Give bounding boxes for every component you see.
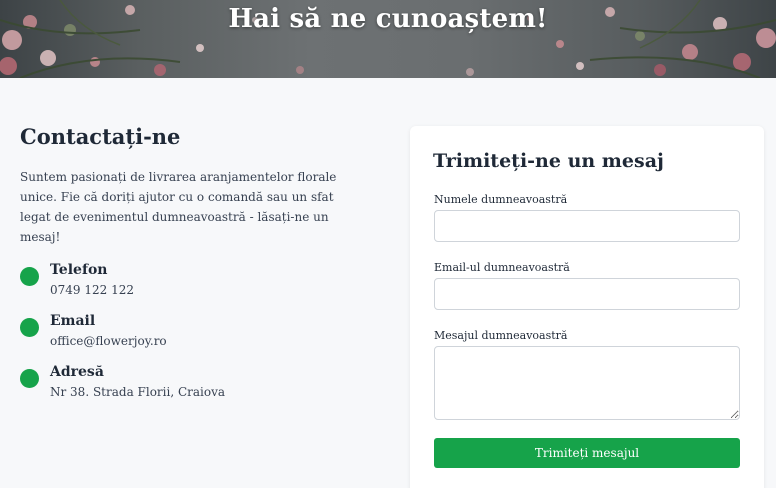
- contact-intro-text: Suntem pasionați de livrarea aranjamente…: [20, 170, 337, 244]
- phone-bullet-icon: [20, 267, 39, 286]
- email-address: office@flowerjoy.ro: [50, 334, 167, 348]
- submit-button[interactable]: Trimiteți mesajul: [434, 438, 740, 468]
- street-address: Nr 38. Strada Florii, Craiova: [50, 385, 226, 399]
- email-label: Email-ul dumneavoastră: [434, 261, 570, 274]
- address-bullet-icon: [20, 369, 39, 388]
- contact-item-title: Telefon: [50, 262, 108, 278]
- email-input[interactable]: [434, 278, 740, 310]
- message-textarea[interactable]: [434, 346, 740, 420]
- message-form-card: Trimiteți-ne un mesaj Numele dumneavoast…: [410, 126, 764, 488]
- contact-item-title: Adresă: [50, 364, 104, 380]
- name-input[interactable]: [434, 210, 740, 242]
- contact-info-section: Contactați-ne Suntem pasionați de livrar…: [20, 124, 380, 414]
- hero-banner: Hai să ne cunoaștem!: [0, 0, 776, 78]
- phone-number: 0749 122 122: [50, 283, 134, 297]
- email-bullet-icon: [20, 318, 39, 337]
- contact-heading: Contactați-ne: [20, 124, 181, 149]
- name-label: Numele dumneavoastră: [434, 193, 568, 206]
- contact-item-email: Email office@flowerjoy.ro: [20, 312, 380, 353]
- contact-item-phone: Telefon 0749 122 122: [20, 261, 380, 302]
- message-label: Mesajul dumneavoastră: [434, 329, 568, 342]
- contact-item-address: Adresă Nr 38. Strada Florii, Craiova: [20, 363, 380, 404]
- page-title: Hai să ne cunoaștem!: [228, 4, 548, 34]
- contact-item-title: Email: [50, 313, 96, 329]
- form-title: Trimiteți-ne un mesaj: [433, 150, 664, 172]
